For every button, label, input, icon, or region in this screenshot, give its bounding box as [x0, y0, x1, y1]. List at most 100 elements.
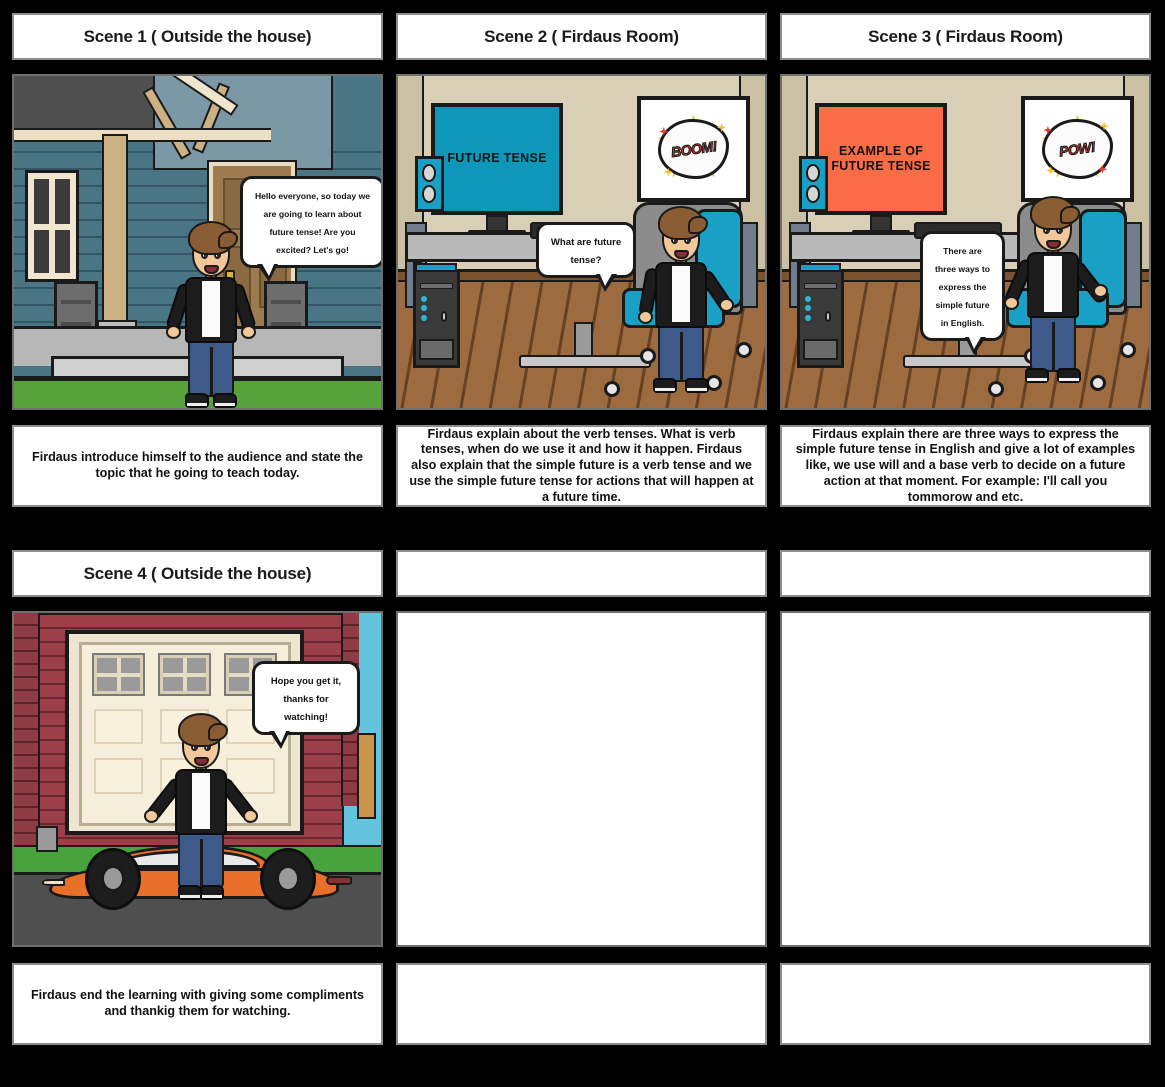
speech-bubble[interactable]: Hope you get it, thanks for watching! — [252, 661, 360, 749]
character-mouth — [194, 757, 209, 766]
scene-art-panel-1[interactable]: Hello everyone, so today we are going to… — [12, 74, 383, 410]
eave-trim — [14, 128, 271, 142]
car-headlight-icon — [41, 879, 65, 886]
character-hand-right — [243, 809, 258, 823]
speech-bubble[interactable]: Hello everyone, so today we are going to… — [240, 176, 381, 282]
garage-panel — [93, 708, 144, 745]
character-shirt — [190, 771, 212, 831]
speech-bubble-tail — [965, 335, 986, 355]
character-shirt — [670, 264, 692, 324]
character-shoe-right — [1057, 368, 1081, 383]
monitor-screen-text: EXAMPLE OF FUTURE TENSE — [831, 143, 931, 173]
character-hand-left — [166, 325, 181, 339]
tower-top-cover — [798, 263, 842, 272]
tower-led-icon — [420, 295, 427, 302]
tower-drive-bay — [419, 338, 455, 360]
character-shoe-left — [178, 885, 202, 900]
speaker-cone — [806, 163, 821, 182]
wall-poster: POW! — [1020, 95, 1135, 203]
scene-title-box-6[interactable] — [780, 550, 1151, 597]
chair-caster — [735, 341, 752, 358]
character-firdaus — [1002, 196, 1110, 386]
speech-bubble-text: Hello everyone, so today we are going to… — [254, 191, 371, 255]
wall-poster: BOOM! — [636, 95, 751, 203]
character-shirt — [200, 279, 222, 339]
scene-art-panel-6[interactable] — [780, 611, 1151, 947]
speaker-cone — [422, 163, 437, 182]
garage-window — [157, 653, 212, 697]
scene-caption-box-5[interactable] — [396, 963, 767, 1045]
character-shirt — [1042, 254, 1064, 314]
character-hand-left — [638, 310, 653, 324]
speech-bubble-text: Hope you get it, thanks for watching! — [270, 675, 342, 722]
character-jeans — [178, 831, 224, 889]
scene-art-panel-5[interactable] — [396, 611, 767, 947]
character-hair — [178, 713, 228, 747]
character-jeans — [658, 324, 704, 382]
scene-art-panel-3[interactable]: EXAMPLE OF FUTURE TENSE POW! There are t… — [780, 74, 1151, 410]
character-shoe-right — [213, 393, 237, 408]
chair-caster — [603, 381, 620, 398]
scene-art-panel-2[interactable]: FUTURE TENSE BOOM! What are future tense… — [396, 74, 767, 410]
garage-window — [91, 653, 146, 697]
scene-title-box-1[interactable]: Scene 1 ( Outside the house) — [12, 13, 383, 60]
monitor-screen-text: FUTURE TENSE — [447, 151, 547, 166]
character-firdaus — [636, 206, 737, 396]
scene-title-box-2[interactable]: Scene 2 ( Firdaus Room) — [396, 13, 767, 60]
scene-caption-box-2[interactable]: Firdaus explain about the verb tenses. W… — [396, 425, 767, 507]
tower-led-icon — [804, 295, 811, 302]
speech-bubble[interactable]: There are three ways to express the simp… — [920, 231, 1005, 355]
comic-burst: BOOM! — [656, 114, 730, 184]
character-hand-left — [1004, 296, 1019, 310]
scene-title-2: Scene 2 ( Firdaus Room) — [484, 26, 679, 46]
scene-art-panel-4[interactable]: Hope you get it, thanks for watching! — [12, 611, 383, 947]
character-shoe-left — [185, 393, 209, 408]
character-mouth — [1046, 240, 1061, 249]
speech-bubble[interactable]: What are future tense? — [536, 222, 636, 292]
house-window — [25, 170, 79, 282]
scene-title-1: Scene 1 ( Outside the house) — [83, 26, 312, 46]
scene-caption-box-6[interactable] — [780, 963, 1151, 1045]
chair-caster — [1119, 341, 1136, 358]
scene-caption-box-3[interactable]: Firdaus explain there are three ways to … — [780, 425, 1151, 507]
scene-title-box-5[interactable] — [396, 550, 767, 597]
character-shoe-left — [653, 378, 677, 393]
scene-title-box-3[interactable]: Scene 3 ( Firdaus Room) — [780, 13, 1151, 60]
character-hand-left — [144, 809, 159, 823]
character-mouth — [674, 250, 689, 259]
tower-power-button-icon — [824, 310, 832, 322]
character-jeans — [1030, 314, 1076, 372]
speech-bubble-tail — [596, 272, 617, 292]
tower-led-icon — [804, 314, 811, 321]
chair-caster — [987, 381, 1004, 398]
character-mouth — [204, 265, 219, 274]
character-firdaus — [144, 713, 258, 903]
scene-caption-3: Firdaus explain there are three ways to … — [795, 426, 1136, 504]
character-hand-right — [1093, 284, 1108, 298]
scene-caption-box-1[interactable]: Firdaus introduce himself to the audienc… — [12, 425, 383, 507]
storyboard-canvas: Scene 1 ( Outside the house) Hello every… — [0, 0, 1165, 1087]
speaker-cone — [422, 184, 437, 203]
window-mullion-horizontal — [34, 223, 70, 230]
scene-caption-1: Firdaus introduce himself to the audienc… — [32, 450, 363, 480]
scene-title-box-4[interactable]: Scene 4 ( Outside the house) — [12, 550, 383, 597]
tower-led-icon — [420, 305, 427, 312]
tower-led-icon — [804, 305, 811, 312]
tower-drive-bay — [803, 338, 839, 360]
computer-tower — [796, 263, 845, 369]
car-wheel-rear — [259, 847, 316, 910]
scene-caption-2: Firdaus explain about the verb tenses. W… — [409, 426, 754, 504]
computer-monitor: FUTURE TENSE — [431, 102, 564, 216]
character-hair — [188, 221, 238, 255]
character-jeans — [188, 339, 234, 397]
tower-disc-slot — [419, 282, 454, 290]
desktop-speaker — [414, 155, 444, 213]
computer-monitor: EXAMPLE OF FUTURE TENSE — [815, 102, 948, 216]
tower-disc-slot — [803, 282, 838, 290]
scene-caption-box-4[interactable]: Firdaus end the learning with giving som… — [12, 963, 383, 1045]
computer-tower — [412, 263, 461, 369]
office-chair-base — [519, 354, 652, 369]
scene-title-4: Scene 4 ( Outside the house) — [83, 563, 312, 583]
scene-caption-4: Firdaus end the learning with giving som… — [30, 988, 365, 1018]
desktop-speaker — [798, 155, 828, 213]
